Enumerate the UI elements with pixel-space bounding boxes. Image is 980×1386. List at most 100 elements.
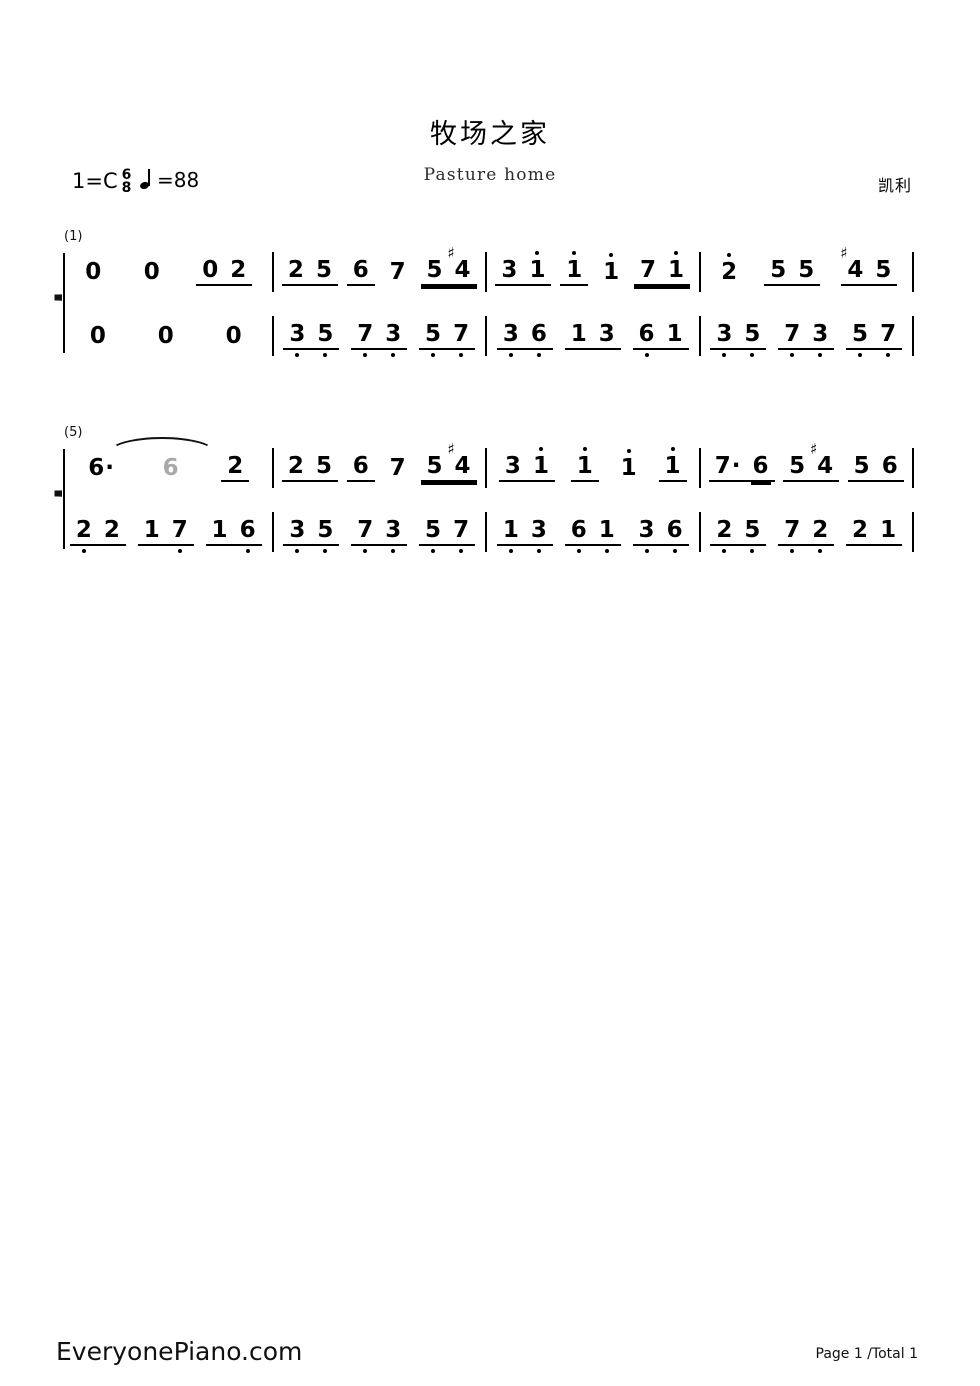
note: 1 [571,446,599,479]
note-number: 3 [385,320,402,347]
note-number: 1 [502,516,519,543]
tempo-value: =88 [157,168,200,192]
note: 5 [419,322,447,357]
beamed-group: 57 [846,322,903,357]
note: 1 [597,252,625,285]
octave-down-dot [295,352,300,357]
note-number: 1 [603,258,620,285]
note: 7· [709,452,747,479]
note-number: 5 [789,452,806,479]
note: 1 [615,448,643,480]
right-hand-stave: 6· 6 2 2 5 6 7 5 ♯ 4 3 1 1 1 1 7· 6 5 ♯ 4 5 6 [64,441,918,495]
beamed-group: 1 [560,250,589,286]
note-number: 1 [570,320,587,347]
note: 2 [806,518,834,553]
beamed-group: 6 [346,258,375,286]
note-number: 5 [317,516,334,543]
octave-down-dot [750,548,755,553]
note: 7 [447,322,475,357]
note-number: 0 [225,322,242,349]
augmentation-dot: · [731,452,741,479]
note-number: 3 [502,320,519,347]
measure: 2 5 6 7 5 ♯ 4 [278,245,482,299]
note-number: 2 [852,516,869,543]
octave-down-dot [363,352,368,357]
note: 5 [311,320,339,357]
octave-down-dot [363,548,368,553]
note: 6 [661,518,689,553]
note-number: 7 [389,258,406,285]
barline [271,252,274,292]
beamed-group: 1 [570,446,599,482]
beamed-group: ♯ 4 5 [840,245,898,286]
note: 5 [311,516,339,553]
note: 2 [715,252,743,285]
beamed-group: 2 [221,454,250,482]
note-number: 2 [287,452,304,479]
note-number: 7 [784,516,801,543]
octave-down-dot [604,548,609,553]
beamed-group: 35 [283,516,340,553]
measure: 357357 [278,309,482,363]
note: 6 [747,454,775,485]
beamed-group: 13 [564,320,621,350]
note: 3 [499,454,527,478]
barline [485,316,487,356]
measure: 7· 6 5 ♯ 4 5 6 [705,441,909,495]
note-number: 6 [881,452,898,479]
octave-down-dot [886,352,891,357]
beamed-group: 25 [281,256,338,286]
note-number: 2 [287,256,304,283]
note-number: 2 [721,258,738,285]
time-denominator: 8 [121,179,132,196]
note-number: 7 [714,452,731,479]
octave-down-dot [722,548,727,553]
note: 5 [848,454,876,478]
octave-up-dot [670,446,675,451]
note-number: 6 [162,454,179,481]
octave-down-dot [722,352,727,357]
note-number: 2 [75,516,92,543]
octave-down-dot [790,548,795,553]
note: 6 [633,320,661,357]
note: 2 [221,454,249,478]
note-number: 1 [668,256,685,283]
octave-down-dot [323,548,328,553]
beamed-group: 61 [632,320,689,357]
note: 7 [166,518,194,553]
note-number: 4 [847,256,864,283]
tempo-marking: =88 [140,168,199,192]
note-number: 1 [576,452,593,479]
time-signature: 6 8 [121,168,133,196]
beamed-group: 57 [419,518,476,553]
note-number: 5 [317,320,334,347]
note-number: 6 [638,320,655,347]
left-hand-stave: 000357357361361357357 [64,309,918,363]
note-number: 0 [89,322,106,349]
octave-down-dot [295,548,300,553]
note-number: 5 [798,256,815,283]
note-number: 3 [289,516,306,543]
note-number: 7 [640,256,657,283]
note: 7 [778,516,806,553]
measure: 136136 [491,505,695,559]
barline [912,316,914,356]
barline [912,448,914,488]
note-number: 5 [744,320,761,347]
note: 6· [82,456,120,480]
sheet-music-page: { "header": { "title_cn": "牧场之家", "title… [0,0,980,1386]
barline [271,512,274,552]
note: 1 [874,518,902,542]
note: ♯ 4 [810,441,839,478]
measure: 3 6 13 61 [491,309,695,363]
beamed-group: 31 [495,250,552,286]
note-number: 7 [357,320,374,347]
beamed-group: 25 [281,452,338,482]
note-number: 0 [143,258,160,285]
measure: 357357 [705,309,909,363]
octave-up-dot [727,252,732,257]
octave-down-dot [536,548,541,553]
note-number: 3 [812,320,829,347]
note: 5 [792,256,820,283]
note: 3 [283,322,311,357]
